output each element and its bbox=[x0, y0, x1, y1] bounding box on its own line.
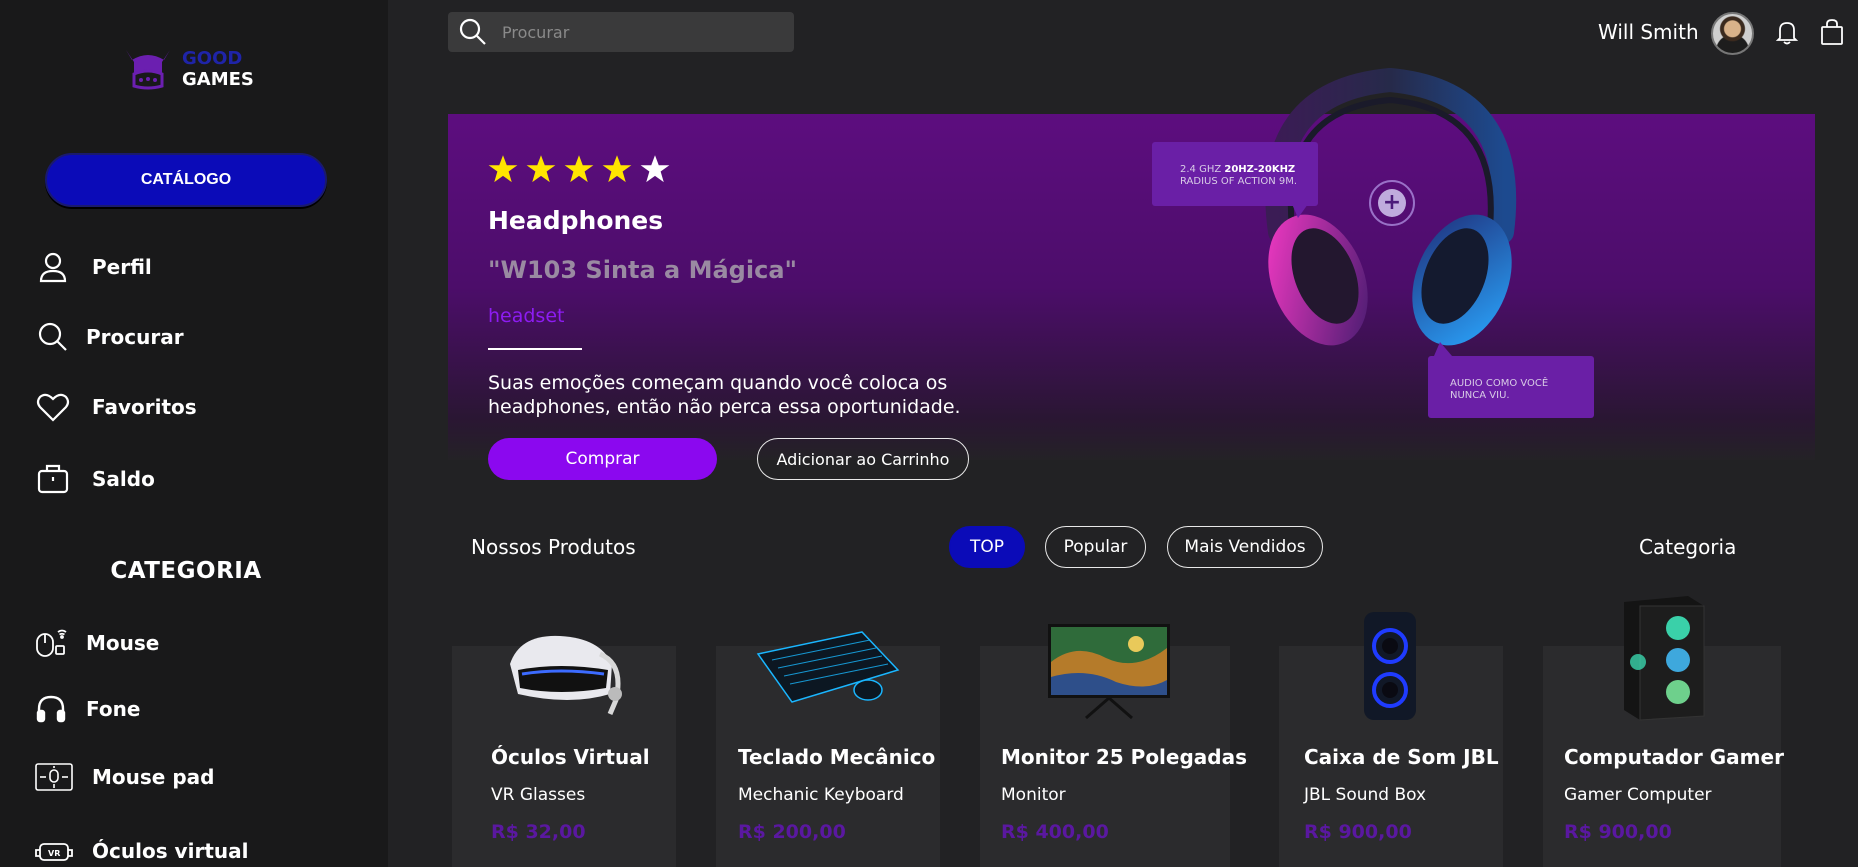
sidebar-item-label: Perfil bbox=[92, 255, 152, 279]
hero-divider bbox=[488, 348, 582, 350]
product-price: R$ 400,00 bbox=[1001, 821, 1109, 843]
search-icon[interactable] bbox=[458, 17, 488, 47]
brand-line2: GAMES bbox=[182, 69, 254, 90]
vr-icon: VR bbox=[35, 843, 73, 861]
search-icon bbox=[38, 322, 67, 351]
spec-bold: 20HZ-20KHZ bbox=[1224, 164, 1296, 175]
plus-icon: + bbox=[1378, 189, 1406, 217]
svg-text:VR: VR bbox=[48, 849, 60, 858]
product-price: R$ 32,00 bbox=[491, 821, 586, 843]
hero-description: Suas emoções começam quando você coloca … bbox=[488, 372, 961, 418]
star-filled-icon bbox=[488, 155, 518, 183]
mousepad-icon bbox=[35, 763, 73, 791]
category-label: Fone bbox=[86, 697, 141, 721]
vr-glasses-image bbox=[510, 635, 622, 715]
search-bar[interactable] bbox=[448, 12, 794, 52]
sidebar-item-favoritos[interactable]: Favoritos bbox=[36, 390, 197, 424]
category-heading: CATEGORIA bbox=[110, 558, 262, 584]
hero-subtitle: "W103 Sinta a Mágica" bbox=[488, 256, 798, 284]
mouse-icon bbox=[36, 629, 67, 657]
sidebar-item-label: Procurar bbox=[86, 325, 184, 349]
spec-bubble-frequency: 2.4 GHZ 20HZ-20KHZ RADIUS OF ACTION 9M. bbox=[1152, 142, 1318, 218]
add-to-cart-button[interactable]: Adicionar ao Carrinho bbox=[757, 438, 969, 480]
product-name[interactable]: Teclado Mecânico bbox=[738, 745, 935, 769]
category-label: Óculos virtual bbox=[92, 839, 249, 863]
spec-text: RADIUS OF ACTION 9M. bbox=[1180, 176, 1298, 187]
headphone-icon bbox=[36, 695, 66, 723]
catalog-button[interactable]: CATÁLOGO bbox=[45, 153, 327, 207]
buy-button[interactable]: Comprar bbox=[488, 438, 717, 480]
hero-tag[interactable]: headset bbox=[488, 305, 564, 327]
filter-popular[interactable]: Popular bbox=[1045, 526, 1146, 568]
user-icon bbox=[39, 252, 67, 283]
shopping-bag-icon[interactable] bbox=[1818, 18, 1846, 46]
sidebar-item-label: Saldo bbox=[92, 467, 155, 491]
sidebar-category-mousepad[interactable]: Mouse pad bbox=[34, 760, 214, 794]
spec-bubble-audio: AUDIO COMO VOCÊ NUNCA VIU. bbox=[1428, 342, 1594, 418]
star-filled-icon bbox=[526, 155, 556, 183]
sidebar-category-mouse[interactable]: Mouse bbox=[34, 626, 159, 660]
spec-text: AUDIO COMO VOCÊ NUNCA VIU. bbox=[1450, 378, 1549, 401]
avatar[interactable] bbox=[1711, 12, 1754, 55]
sidebar-category-vr[interactable]: VR Óculos virtual bbox=[34, 834, 248, 867]
product-name[interactable]: Óculos Virtual bbox=[491, 745, 650, 769]
user-name[interactable]: Will Smith bbox=[1598, 20, 1699, 44]
category-link[interactable]: Categoria bbox=[1639, 535, 1736, 559]
product-subtitle: VR Glasses bbox=[491, 785, 586, 805]
heart-icon bbox=[36, 393, 70, 422]
feature-hotspot[interactable]: + bbox=[1369, 180, 1415, 226]
sidebar: GOOD GAMES CATÁLOGO Perfil Procurar Favo… bbox=[0, 0, 388, 867]
filter-top[interactable]: TOP bbox=[949, 526, 1025, 568]
product-subtitle: JBL Sound Box bbox=[1304, 785, 1427, 805]
viking-helmet-icon bbox=[126, 50, 170, 90]
sidebar-item-procurar[interactable]: Procurar bbox=[36, 320, 184, 354]
star-filled-icon bbox=[602, 155, 632, 183]
sidebar-item-label: Favoritos bbox=[92, 395, 197, 419]
search-input[interactable] bbox=[502, 22, 762, 42]
product-subtitle: Mechanic Keyboard bbox=[738, 785, 904, 805]
product-price: R$ 200,00 bbox=[738, 821, 846, 843]
category-label: Mouse bbox=[86, 631, 160, 655]
product-price: R$ 900,00 bbox=[1564, 821, 1672, 843]
sidebar-item-saldo[interactable]: Saldo bbox=[36, 462, 155, 496]
product-name[interactable]: Computador Gamer bbox=[1564, 745, 1784, 769]
rating-stars bbox=[488, 154, 678, 184]
hero-title: Headphones bbox=[488, 206, 664, 235]
category-label: Mouse pad bbox=[92, 765, 215, 789]
brand-logo[interactable]: GOOD GAMES bbox=[122, 46, 254, 92]
monitor-image bbox=[1048, 624, 1170, 720]
product-name[interactable]: Caixa de Som JBL bbox=[1304, 745, 1499, 769]
star-empty-icon bbox=[640, 155, 670, 183]
products-section-title: Nossos Produtos bbox=[471, 535, 636, 559]
product-subtitle: Monitor bbox=[1001, 785, 1066, 805]
product-price: R$ 900,00 bbox=[1304, 821, 1412, 843]
wallet-icon bbox=[37, 464, 69, 494]
product-name[interactable]: Monitor 25 Polegadas bbox=[1001, 745, 1247, 769]
speaker-image bbox=[1364, 612, 1416, 720]
bell-icon[interactable] bbox=[1773, 18, 1801, 46]
product-subtitle: Gamer Computer bbox=[1564, 785, 1712, 805]
star-filled-icon bbox=[564, 155, 594, 183]
spec-text: 2.4 GHZ bbox=[1180, 164, 1225, 175]
brand-line1: GOOD bbox=[182, 48, 243, 69]
gamer-pc-image bbox=[1624, 596, 1705, 721]
keyboard-image bbox=[756, 631, 900, 703]
filter-best-sellers[interactable]: Mais Vendidos bbox=[1167, 526, 1323, 568]
sidebar-item-perfil[interactable]: Perfil bbox=[36, 250, 152, 284]
sidebar-category-fone[interactable]: Fone bbox=[34, 692, 140, 726]
